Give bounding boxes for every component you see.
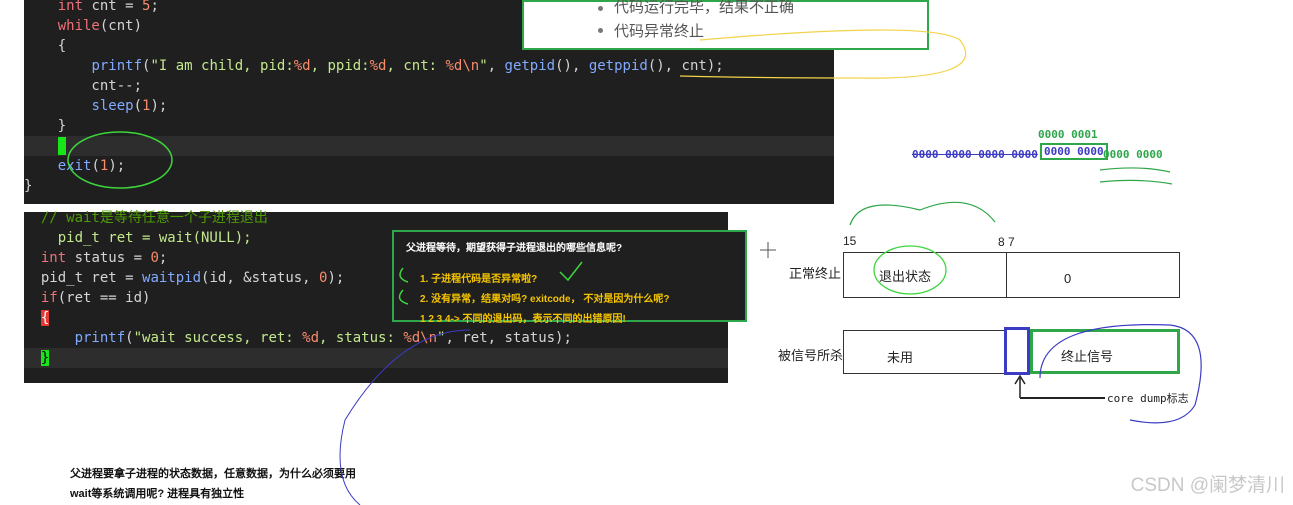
bit-8-7-label: 8 7	[998, 235, 1015, 249]
note-box: 父进程等待，期望获得子进程退出的哪些信息呢? 1. 子进程代码是否异常啦? 2.…	[392, 230, 747, 325]
bullet-icon	[598, 6, 603, 11]
note-question-1: 1. 子进程代码是否异常啦?	[420, 274, 538, 285]
bits-last: 0000 0000	[1103, 148, 1163, 161]
killed-by-signal-label: 被信号所杀	[778, 348, 844, 363]
code-line	[24, 136, 834, 156]
bullet-icon	[598, 28, 603, 33]
outcome-item-1: 代码运行完毕，结果不正确	[614, 0, 795, 16]
code-line: }	[24, 178, 33, 194]
code-line: }	[24, 348, 728, 368]
caption-line-2: wait等系统调用呢? 进程具有独立性	[70, 488, 245, 500]
crosshair-icon	[760, 242, 776, 258]
code-line: printf("I am child, pid:%d, ppid:%d, cnt…	[91, 58, 724, 74]
underline-annotation	[1099, 167, 1173, 185]
arrow-up-icon	[1014, 374, 1026, 398]
zero-cell: 0	[1006, 252, 1180, 298]
code-line: exit(1);	[57, 158, 126, 174]
unused-cell: 未用	[843, 330, 1005, 374]
core-dump-label: core dump标志	[1107, 392, 1189, 405]
bits-mid: 0000 0000	[1040, 143, 1108, 160]
outcome-list-box: 代码运行完毕，结果不正确 代码异常终止	[522, 0, 929, 50]
brace-annotation	[849, 201, 996, 226]
code-line: cnt--;	[24, 78, 143, 94]
bits-low-byte: 0000 0001	[1038, 128, 1098, 141]
bit-15-label: 15	[843, 234, 857, 248]
normal-termination-label: 正常终止	[789, 266, 842, 281]
code-line: }	[24, 118, 67, 134]
core-dump-bit-cell	[1004, 327, 1030, 375]
code-line: printf("wait success, ret: %d, status: %…	[74, 330, 572, 346]
outcome-item-2: 代码异常终止	[614, 23, 705, 40]
note-question-3: 1 2 3 4-> 不同的退出码，表示不同的出错原因!	[420, 314, 626, 325]
termination-signal-cell: 终止信号	[1030, 329, 1180, 374]
note-title: 父进程等待，期望获得子进程退出的哪些信息呢?	[406, 243, 623, 254]
bits-row: 0000 0000 0000 0000	[912, 148, 1038, 161]
exit-status-cell: 退出状态	[843, 252, 1007, 298]
code-line: // wait是等待任意一个子进程退出	[40, 210, 268, 226]
note-question-2: 2. 没有异常，结果对吗? exitcode， 不对是因为什么呢?	[420, 294, 670, 305]
watermark: CSDN @阑梦清川	[1130, 475, 1285, 496]
caption-line-1: 父进程要拿子进程的状态数据，任意数据，为什么必须要用	[70, 468, 356, 480]
code-line: sleep(1);	[91, 98, 168, 114]
